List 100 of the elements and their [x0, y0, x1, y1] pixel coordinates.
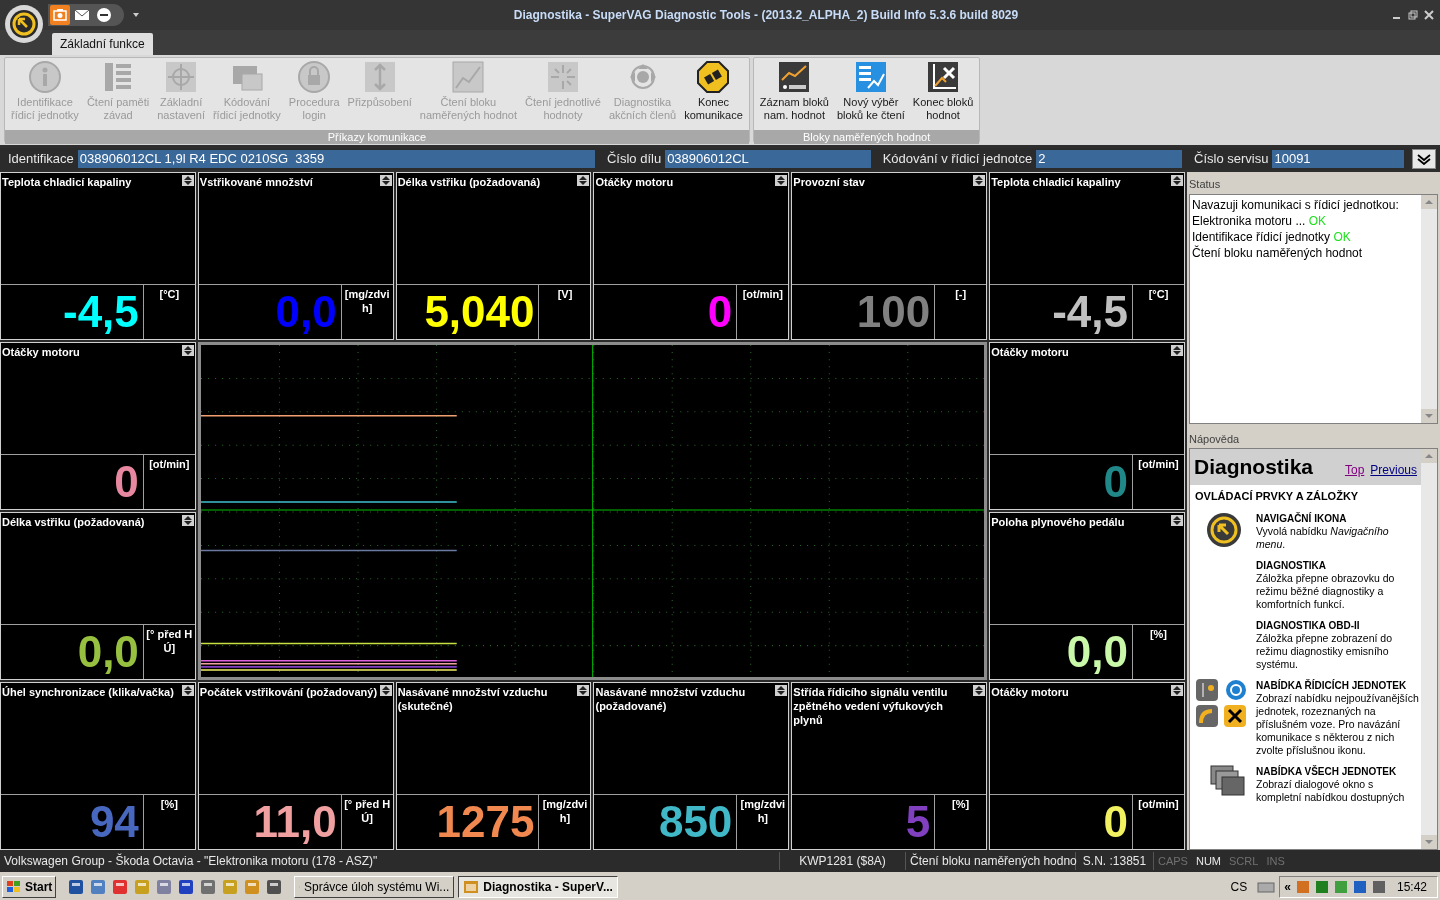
- taskbar-button[interactable]: Diagnostika - SuperV...: [458, 876, 619, 898]
- help-item-text: Záložka přepne obrazovku do režimu běžné diagnostiky a komfortních funkcí.: [1256, 572, 1396, 611]
- gauge-title: Nasávané množství vzduchu (požadované): [594, 685, 747, 713]
- status-field: Volkswagen Group - Škoda Octavia - "Elektronika motoru (178 - ASZ)": [0, 852, 780, 870]
- help-item-title: NAVIGAČNÍ IKONA: [1256, 512, 1348, 525]
- gauge-title: Provozní stav: [792, 175, 865, 189]
- info-icon: [27, 60, 62, 94]
- gauge-unit: [° před HÚ]: [340, 795, 393, 849]
- help-link[interactable]: Top: [1344, 460, 1365, 483]
- gauge-unit: [°C]: [142, 285, 195, 339]
- collapse-arrows-icon[interactable]: [379, 685, 392, 696]
- collapse-arrows-icon[interactable]: [379, 175, 392, 186]
- collapse-arrows-icon[interactable]: [973, 175, 986, 186]
- start-button[interactable]: Start: [2, 876, 57, 898]
- gauge-value: 850: [658, 800, 733, 844]
- help-item-title: NABÍDKA ŘÍDICÍCH JEDNOTEK: [1256, 679, 1408, 692]
- windows-flag-icon: [6, 880, 22, 894]
- collapse-arrows-icon[interactable]: [1171, 515, 1183, 526]
- field-value: 038906012CL: [665, 150, 871, 168]
- panel-header: Status: [1188, 177, 1222, 192]
- tray-icon[interactable]: [1371, 880, 1386, 894]
- field-value: 10091: [1272, 150, 1405, 168]
- app-icon[interactable]: [200, 879, 217, 895]
- gauge-value: 0: [707, 290, 733, 334]
- gauge-unit: [mg/zdvih]: [340, 285, 393, 339]
- gauge-value: 94: [89, 800, 139, 844]
- list-chart-icon: [853, 60, 888, 94]
- status-message: Čtení bloku naměřených hodnot: [1192, 246, 1363, 260]
- gauge-unit: [ot/min]: [736, 285, 789, 339]
- status-message: Navazuji komunikaci s řídicí jednotkou:: [1192, 198, 1399, 212]
- status-field: S.N. :13851: [1076, 852, 1154, 870]
- stacked-boxes-icon: [1210, 765, 1246, 797]
- app-icon[interactable]: [156, 879, 173, 895]
- minus-circle-icon[interactable]: [94, 5, 114, 25]
- collapse-arrows-icon[interactable]: [973, 685, 986, 696]
- restore-icon[interactable]: [1408, 10, 1418, 20]
- field-value: 038906012CL 1,9l R4 EDC 0210SG 3359: [77, 150, 595, 168]
- gauge-unit: [mg/zdvih]: [736, 795, 789, 849]
- ribbon-button[interactable]: Konec bloků hodnot: [908, 60, 978, 130]
- collapse-arrows-icon[interactable]: [577, 685, 590, 696]
- ribbon-button[interactable]: Záznam bloků nam. hodnot: [755, 60, 833, 130]
- gauge-value: 0: [1103, 800, 1128, 844]
- language-indicator[interactable]: CS: [1224, 878, 1254, 896]
- gauge-title: Délka vstřiku (požadovaná): [396, 175, 541, 189]
- tray-icon[interactable]: [1352, 880, 1367, 894]
- status-field: Čtení bloku naměřených hodno: [906, 852, 1076, 870]
- help-heading: Diagnostika: [1194, 454, 1315, 480]
- close-icon[interactable]: [1424, 10, 1434, 20]
- help-item-text: Vyvolá nabídku Navigačního menu.: [1256, 525, 1390, 551]
- collapse-arrows-icon[interactable]: [1171, 345, 1183, 356]
- camera-icon[interactable]: [50, 5, 70, 25]
- key-indicator: NUM: [1194, 853, 1223, 869]
- tray-expand-button[interactable]: «: [1284, 878, 1291, 896]
- plug-icon: [696, 60, 731, 94]
- taskbar-button[interactable]: Správce úloh systému Wi...: [294, 876, 455, 898]
- collapse-arrows-icon[interactable]: [775, 175, 788, 186]
- gauge-unit: [-]: [934, 285, 987, 339]
- tray-icon[interactable]: [1314, 880, 1329, 894]
- group-label: Příkazy komunikace: [5, 130, 749, 144]
- gauge-unit: [%]: [1132, 625, 1184, 679]
- collapse-arrows-icon[interactable]: [181, 685, 194, 696]
- ribbon-tab[interactable]: Základní funkce: [52, 33, 153, 55]
- dropdown-arrow-icon[interactable]: [132, 11, 140, 19]
- app-icon[interactable]: [112, 879, 129, 895]
- collapse-arrows-icon[interactable]: [181, 515, 194, 526]
- gauge-value: 5: [905, 800, 931, 844]
- collapse-arrows-icon[interactable]: [577, 175, 590, 186]
- help-link[interactable]: Previous: [1370, 460, 1417, 483]
- gauge-value: 5,040: [424, 290, 535, 334]
- gauge-unit: [ot/min]: [142, 455, 195, 509]
- gauge-value: 0: [1103, 460, 1128, 504]
- burst-icon: [545, 60, 580, 94]
- collapse-arrows-icon[interactable]: [181, 175, 194, 186]
- collapse-arrows-icon[interactable]: [181, 345, 194, 356]
- app-icon[interactable]: [178, 879, 195, 895]
- gauge-unit: [ot/min]: [1132, 795, 1184, 849]
- unit-icons-drawing: [1196, 679, 1248, 727]
- gauge-unit: [%]: [934, 795, 987, 849]
- line-chart-icon: [451, 60, 486, 94]
- gauge-unit: [%]: [142, 795, 195, 849]
- gauge-title: Teplota chladicí kapaliny: [990, 175, 1121, 189]
- dropdown-button[interactable]: [1412, 149, 1436, 169]
- app-icon[interactable]: [266, 879, 283, 895]
- ribbon-button[interactable]: Konec komunikace: [680, 60, 747, 130]
- gauge-title: Nasávané množství vzduchu (skutečné): [396, 685, 549, 713]
- collapse-arrows-icon[interactable]: [775, 685, 788, 696]
- collapse-arrows-icon[interactable]: [1171, 175, 1183, 186]
- field-label: Číslo dílu: [605, 150, 663, 169]
- key-indicator: SCRL: [1228, 853, 1260, 869]
- app-icon[interactable]: [90, 879, 107, 895]
- scrollbar[interactable]: [1421, 449, 1437, 849]
- gauge-value: 1275: [436, 800, 535, 844]
- record-chart-icon: [777, 60, 812, 94]
- gauge-value: 0,0: [77, 630, 139, 674]
- lock-icon: [297, 60, 332, 94]
- collapse-arrows-icon[interactable]: [1171, 685, 1183, 696]
- ribbon-button[interactable]: Nový výběr bloků ke čtení: [832, 60, 909, 130]
- scrollbar[interactable]: [1421, 195, 1437, 423]
- gauge-unit: [° před HÚ]: [142, 625, 195, 679]
- app-icon[interactable]: [68, 879, 85, 895]
